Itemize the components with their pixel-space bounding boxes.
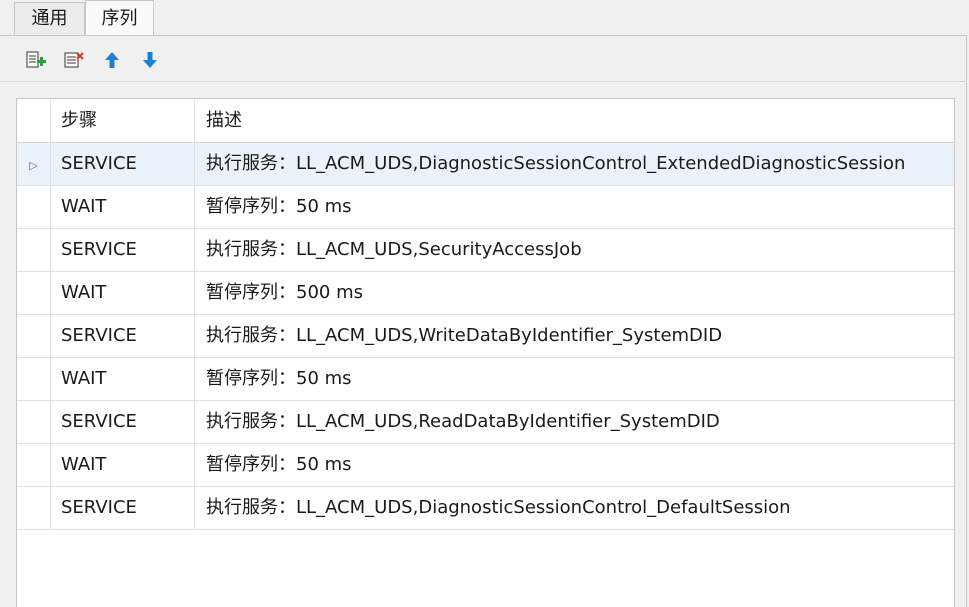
- row-indicator[interactable]: [17, 229, 50, 271]
- table-row[interactable]: SERVICE 执行服务：LL_ACM_UDS,SecurityAccessJob: [17, 229, 954, 272]
- step-cell[interactable]: SERVICE: [50, 229, 195, 271]
- step-cell[interactable]: WAIT: [50, 358, 195, 400]
- current-row-icon: ▷: [29, 159, 38, 172]
- move-down-button[interactable]: [138, 48, 162, 72]
- description-cell[interactable]: 执行服务：LL_ACM_UDS,SecurityAccessJob: [195, 229, 954, 271]
- table-row[interactable]: SERVICE 执行服务：LL_ACM_UDS,WriteDataByIdenti…: [17, 315, 954, 358]
- row-indicator[interactable]: [17, 358, 50, 400]
- table-row[interactable]: ▷ SERVICE 执行服务：LL_ACM_UDS,DiagnosticSessio…: [17, 143, 954, 186]
- tab-sequence[interactable]: 序列: [85, 0, 154, 35]
- delete-row-icon: [64, 52, 84, 68]
- description-cell[interactable]: 暂停序列：500 ms: [195, 272, 954, 314]
- row-indicator[interactable]: [17, 315, 50, 357]
- step-cell[interactable]: SERVICE: [50, 143, 195, 185]
- sequence-grid: 步骤 描述 ▷ SERVICE 执行服务：LL_ACM_UDS,Diagnostic…: [16, 98, 955, 607]
- move-up-button[interactable]: [100, 48, 124, 72]
- description-cell[interactable]: 执行服务：LL_ACM_UDS,ReadDataByIdentifier_Sys…: [195, 401, 954, 443]
- row-indicator[interactable]: [17, 186, 50, 228]
- table-row[interactable]: WAIT 暂停序列：500 ms: [17, 272, 954, 315]
- add-step-button[interactable]: [24, 48, 48, 72]
- add-row-icon: [26, 51, 46, 68]
- table-row[interactable]: SERVICE 执行服务：LL_ACM_UDS,DiagnosticSession…: [17, 487, 954, 530]
- description-cell[interactable]: 暂停序列：50 ms: [195, 186, 954, 228]
- description-cell[interactable]: 执行服务：LL_ACM_UDS,DiagnosticSessionControl…: [195, 487, 954, 529]
- row-indicator[interactable]: [17, 487, 50, 529]
- description-cell[interactable]: 暂停序列：50 ms: [195, 444, 954, 486]
- column-header-description[interactable]: 描述: [195, 99, 954, 142]
- row-indicator[interactable]: [17, 444, 50, 486]
- row-indicator[interactable]: [17, 272, 50, 314]
- tab-general[interactable]: 通用: [14, 2, 85, 35]
- table-row[interactable]: WAIT 暂停序列：50 ms: [17, 358, 954, 401]
- row-indicator[interactable]: [17, 401, 50, 443]
- step-cell[interactable]: SERVICE: [50, 487, 195, 529]
- column-header-step[interactable]: 步骤: [50, 99, 195, 142]
- column-divider: [194, 99, 195, 529]
- toolbar: [0, 36, 967, 82]
- step-cell[interactable]: SERVICE: [50, 315, 195, 357]
- step-cell[interactable]: WAIT: [50, 444, 195, 486]
- description-cell[interactable]: 执行服务：LL_ACM_UDS,DiagnosticSessionControl…: [195, 143, 954, 185]
- table-row[interactable]: WAIT 暂停序列：50 ms: [17, 186, 954, 229]
- row-indicator[interactable]: ▷: [17, 143, 50, 185]
- tab-bar: 通用 序列: [0, 0, 969, 36]
- delete-step-button[interactable]: [62, 48, 86, 72]
- grid-header: 步骤 描述: [17, 99, 954, 143]
- column-divider: [50, 99, 51, 529]
- description-cell[interactable]: 执行服务：LL_ACM_UDS,WriteDataByIdentifier_Sy…: [195, 315, 954, 357]
- step-cell[interactable]: WAIT: [50, 186, 195, 228]
- step-cell[interactable]: WAIT: [50, 272, 195, 314]
- step-cell[interactable]: SERVICE: [50, 401, 195, 443]
- table-row[interactable]: SERVICE 执行服务：LL_ACM_UDS,ReadDataByIdentif…: [17, 401, 954, 444]
- description-cell[interactable]: 暂停序列：50 ms: [195, 358, 954, 400]
- arrow-up-icon: [105, 52, 119, 68]
- arrow-down-icon: [143, 52, 157, 68]
- table-row[interactable]: WAIT 暂停序列：50 ms: [17, 444, 954, 487]
